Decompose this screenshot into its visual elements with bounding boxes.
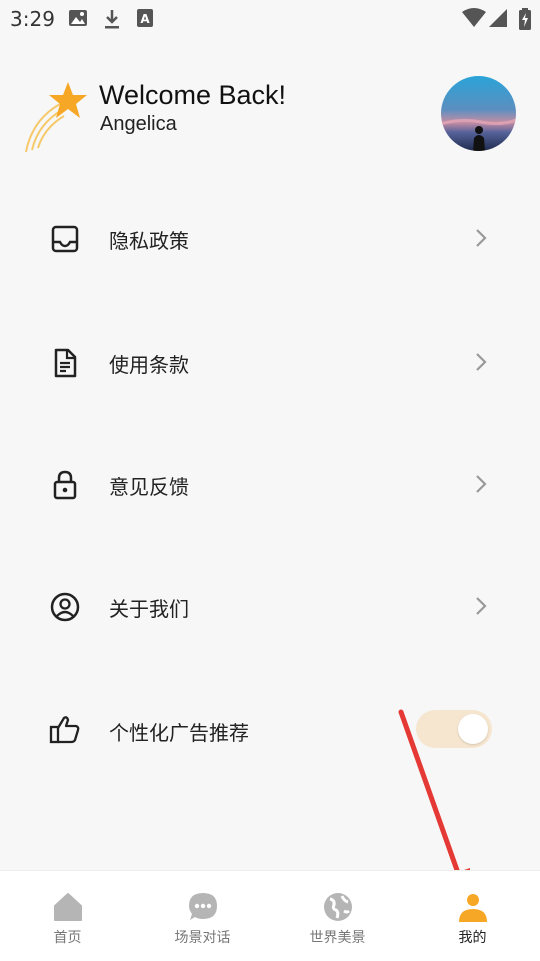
- nav-label: 首页: [53, 930, 82, 946]
- nav-label: 场景对话: [174, 930, 231, 946]
- nav-item-world-scenery[interactable]: 世界美景: [270, 871, 405, 961]
- nav-label: 我的: [458, 930, 487, 946]
- profile-icon: [458, 894, 487, 922]
- nav-item-scene-dialog[interactable]: 场景对话: [135, 871, 270, 961]
- bottom-nav: 首页 场景对话 世界美景 我的: [0, 870, 540, 961]
- nav-item-home[interactable]: 首页: [0, 871, 135, 961]
- chat-icon: [188, 893, 217, 920]
- annotation-arrow: [398, 709, 470, 903]
- nav-label: 世界美景: [309, 930, 366, 946]
- home-icon: [53, 893, 82, 921]
- globe-icon: [323, 893, 352, 921]
- nav-item-mine[interactable]: 我的: [405, 871, 540, 961]
